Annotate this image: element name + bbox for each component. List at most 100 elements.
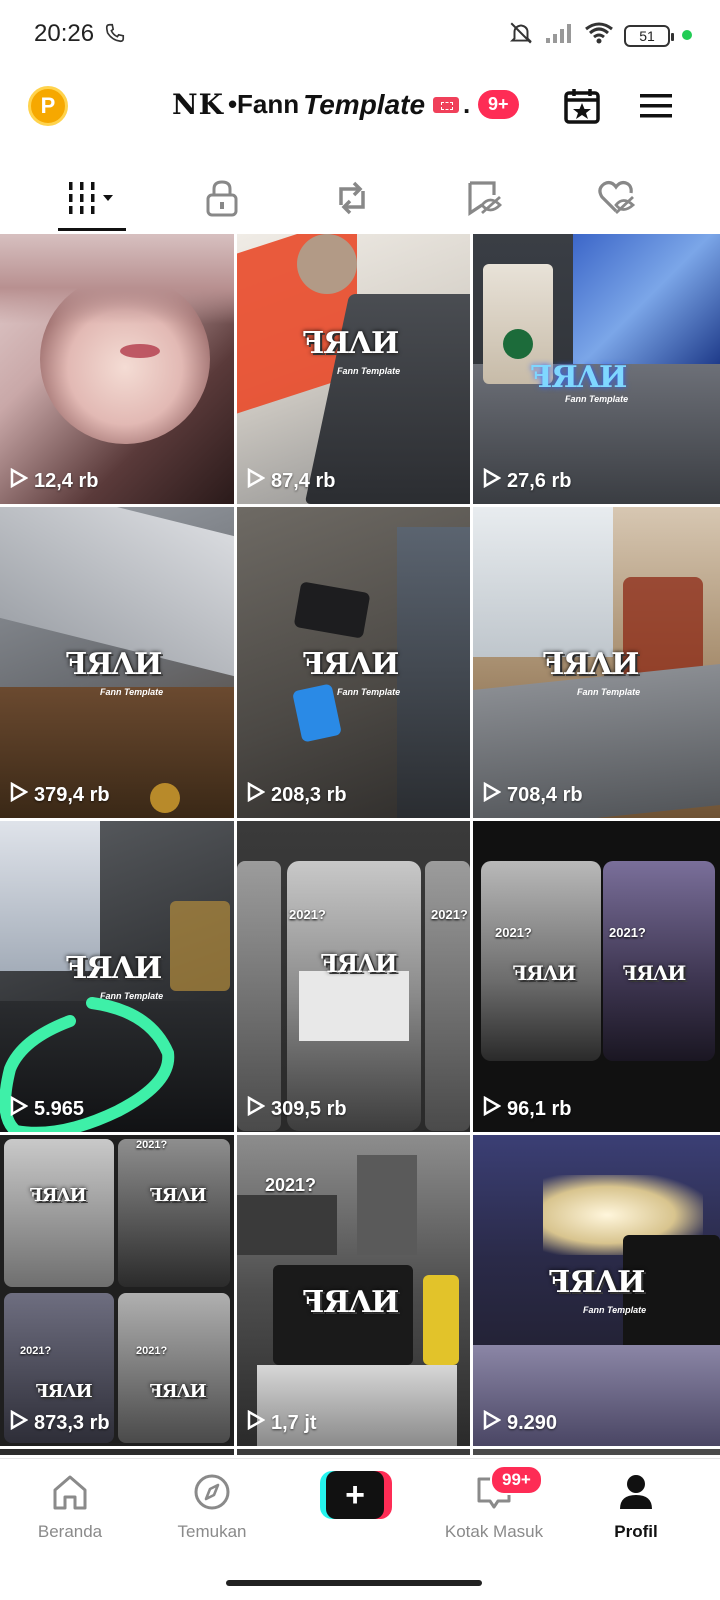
- title-fann: •Fann: [227, 89, 300, 119]
- grid-bars-icon: [67, 180, 117, 221]
- points-badge[interactable]: P: [28, 86, 68, 126]
- lock-icon: [205, 179, 239, 222]
- video-thumbnail[interactable]: [237, 1449, 470, 1455]
- video-thumbnail[interactable]: 2021? ꟻЯΛИ 1,7 jt: [237, 1135, 470, 1446]
- view-count: 27,6 rb: [483, 467, 571, 494]
- profile-person-icon: [616, 1473, 656, 1516]
- tab-private[interactable]: [182, 168, 262, 232]
- video-thumbnail[interactable]: ꟻЯΛИ Fann Template 87,4 rb: [237, 234, 470, 504]
- profile-header: P NK •Fann Template . 9+: [0, 70, 720, 150]
- battery-indicator: 51: [624, 24, 674, 47]
- video-thumbnail[interactable]: ꟻЯΛИ Fann Template 9.290: [473, 1135, 720, 1446]
- watermark-text: Fann Template: [337, 366, 401, 376]
- title-template: Template: [303, 88, 426, 120]
- video-thumbnail[interactable]: [473, 1449, 720, 1455]
- watermark-logo: ꟻЯΛИ: [543, 647, 639, 682]
- watermark-text: Fann Template: [337, 687, 401, 697]
- play-icon: [483, 1409, 502, 1436]
- year-tag: 2021?: [20, 1345, 52, 1357]
- notification-badge[interactable]: 9+: [478, 90, 519, 119]
- phone-call-icon: [104, 22, 126, 49]
- tab-videos[interactable]: [52, 168, 132, 232]
- video-thumbnail[interactable]: ꟻЯΛИ Fann Template 708,4 rb: [473, 507, 720, 818]
- nav-home[interactable]: Beranda: [10, 1473, 130, 1542]
- view-count: 309,5 rb: [247, 1095, 347, 1122]
- inbox-badge: 99+: [490, 1465, 543, 1495]
- video-thumbnail[interactable]: 2021? 2021? ꟻЯΛИ ꟻЯΛИ 96,1 rb: [473, 821, 720, 1132]
- view-count: 1,7 jt: [247, 1409, 317, 1436]
- watermark-logo: ꟻЯΛИ: [549, 1265, 645, 1300]
- menu-icon[interactable]: [638, 92, 674, 125]
- tab-reposts[interactable]: [312, 168, 392, 232]
- watermark-logo: ꟻЯΛИ: [150, 1185, 207, 1206]
- video-thumbnail[interactable]: ꟻЯΛИ Fann Template 208,3 rb: [237, 507, 470, 818]
- video-thumbnail[interactable]: 2021? 2021? 2021? ꟻЯΛИ ꟻЯΛИ ꟻЯΛИ ꟻЯΛИ 87…: [0, 1135, 234, 1446]
- status-icons: 51: [508, 20, 674, 51]
- heart-hidden-icon: [596, 179, 636, 222]
- view-count: 87,4 rb: [247, 467, 335, 494]
- watermark-logo: ꟻЯΛИ: [303, 647, 399, 682]
- watermark-logo: ꟻЯΛИ: [531, 360, 627, 395]
- privacy-indicator-dot: [682, 30, 692, 40]
- view-count: 208,3 rb: [247, 781, 347, 808]
- tab-liked[interactable]: [576, 168, 656, 232]
- view-count: 12,4 rb: [10, 467, 98, 494]
- nav-home-label: Beranda: [37, 1522, 103, 1541]
- compass-icon: [192, 1473, 232, 1516]
- play-icon: [483, 1095, 502, 1122]
- play-icon: [247, 1095, 266, 1122]
- nav-discover[interactable]: Temukan: [152, 1473, 272, 1542]
- video-thumbnail[interactable]: 12,4 rb: [0, 234, 234, 504]
- watermark-logo: ꟻЯΛИ: [36, 1381, 93, 1402]
- video-thumbnail[interactable]: ꟻЯΛИ Fann Template 379,4 rb: [0, 507, 234, 818]
- status-time: 20:26: [34, 20, 95, 47]
- video-thumbnail[interactable]: ꟻЯΛИ Fann Template 5.965: [0, 821, 234, 1132]
- watermark-logo: ꟻЯΛИ: [513, 961, 576, 985]
- video-grid: 12,4 rb ꟻЯΛИ Fann Template 87,4 rb ꟻЯΛИ …: [0, 234, 720, 1455]
- create-video-button[interactable]: +: [320, 1471, 392, 1519]
- repost-icon: [333, 179, 371, 222]
- status-bar: 20:26 51: [0, 0, 720, 70]
- bottom-navigation: Beranda Temukan + Kotak Masuk 99+ Profil: [0, 1458, 720, 1600]
- nav-profile[interactable]: Profil: [576, 1473, 696, 1542]
- nav-inbox-label: Kotak Masuk: [444, 1522, 544, 1541]
- watermark-logo: ꟻЯΛИ: [150, 1381, 207, 1402]
- calendar-star-icon[interactable]: [562, 86, 602, 131]
- watermark-logo: ꟻЯΛИ: [321, 949, 397, 978]
- video-thumbnail[interactable]: ꟻЯΛИ Fann Template 27,6 rb: [473, 234, 720, 504]
- watermark-logo: ꟻЯΛИ: [303, 326, 399, 361]
- mute-bell-icon: [508, 20, 534, 51]
- view-count: 9.290: [483, 1409, 557, 1436]
- profile-title[interactable]: NK •Fann Template .: [172, 88, 470, 121]
- watermark-logo: ꟻЯΛИ: [303, 1285, 399, 1320]
- view-count: 873,3 rb: [10, 1409, 110, 1436]
- play-icon: [247, 781, 266, 808]
- nav-profile-label: Profil: [614, 1522, 658, 1541]
- play-icon: [10, 781, 29, 808]
- home-indicator[interactable]: [226, 1580, 482, 1586]
- watermark-logo: ꟻЯΛИ: [66, 647, 162, 682]
- play-icon: [247, 1409, 266, 1436]
- play-icon: [247, 467, 266, 494]
- nav-discover-label: Temukan: [177, 1522, 247, 1541]
- highlight-circle: [0, 997, 175, 1132]
- watermark-text: Fann Template: [100, 687, 164, 697]
- home-icon: [50, 1473, 90, 1516]
- tab-favorites[interactable]: [444, 168, 524, 232]
- watermark-text: Fann Template: [583, 1305, 647, 1315]
- title-nk: NK: [172, 88, 224, 121]
- play-icon: [10, 467, 29, 494]
- play-icon: [483, 467, 502, 494]
- year-tag: 2021?: [609, 925, 646, 940]
- year-tag: 2021?: [495, 925, 532, 940]
- title-dot: .: [463, 89, 471, 119]
- view-count: 379,4 rb: [10, 781, 110, 808]
- watermark-logo: ꟻЯΛИ: [623, 961, 686, 985]
- signal-icon: [544, 22, 574, 49]
- view-count: 708,4 rb: [483, 781, 583, 808]
- ticket-icon: [433, 96, 460, 113]
- active-tab-underline: [58, 228, 126, 231]
- video-thumbnail[interactable]: [0, 1449, 234, 1455]
- video-thumbnail[interactable]: 2021? 2021? ꟻЯΛИ 309,5 rb: [237, 821, 470, 1132]
- watermark-logo: ꟻЯΛИ: [30, 1185, 87, 1206]
